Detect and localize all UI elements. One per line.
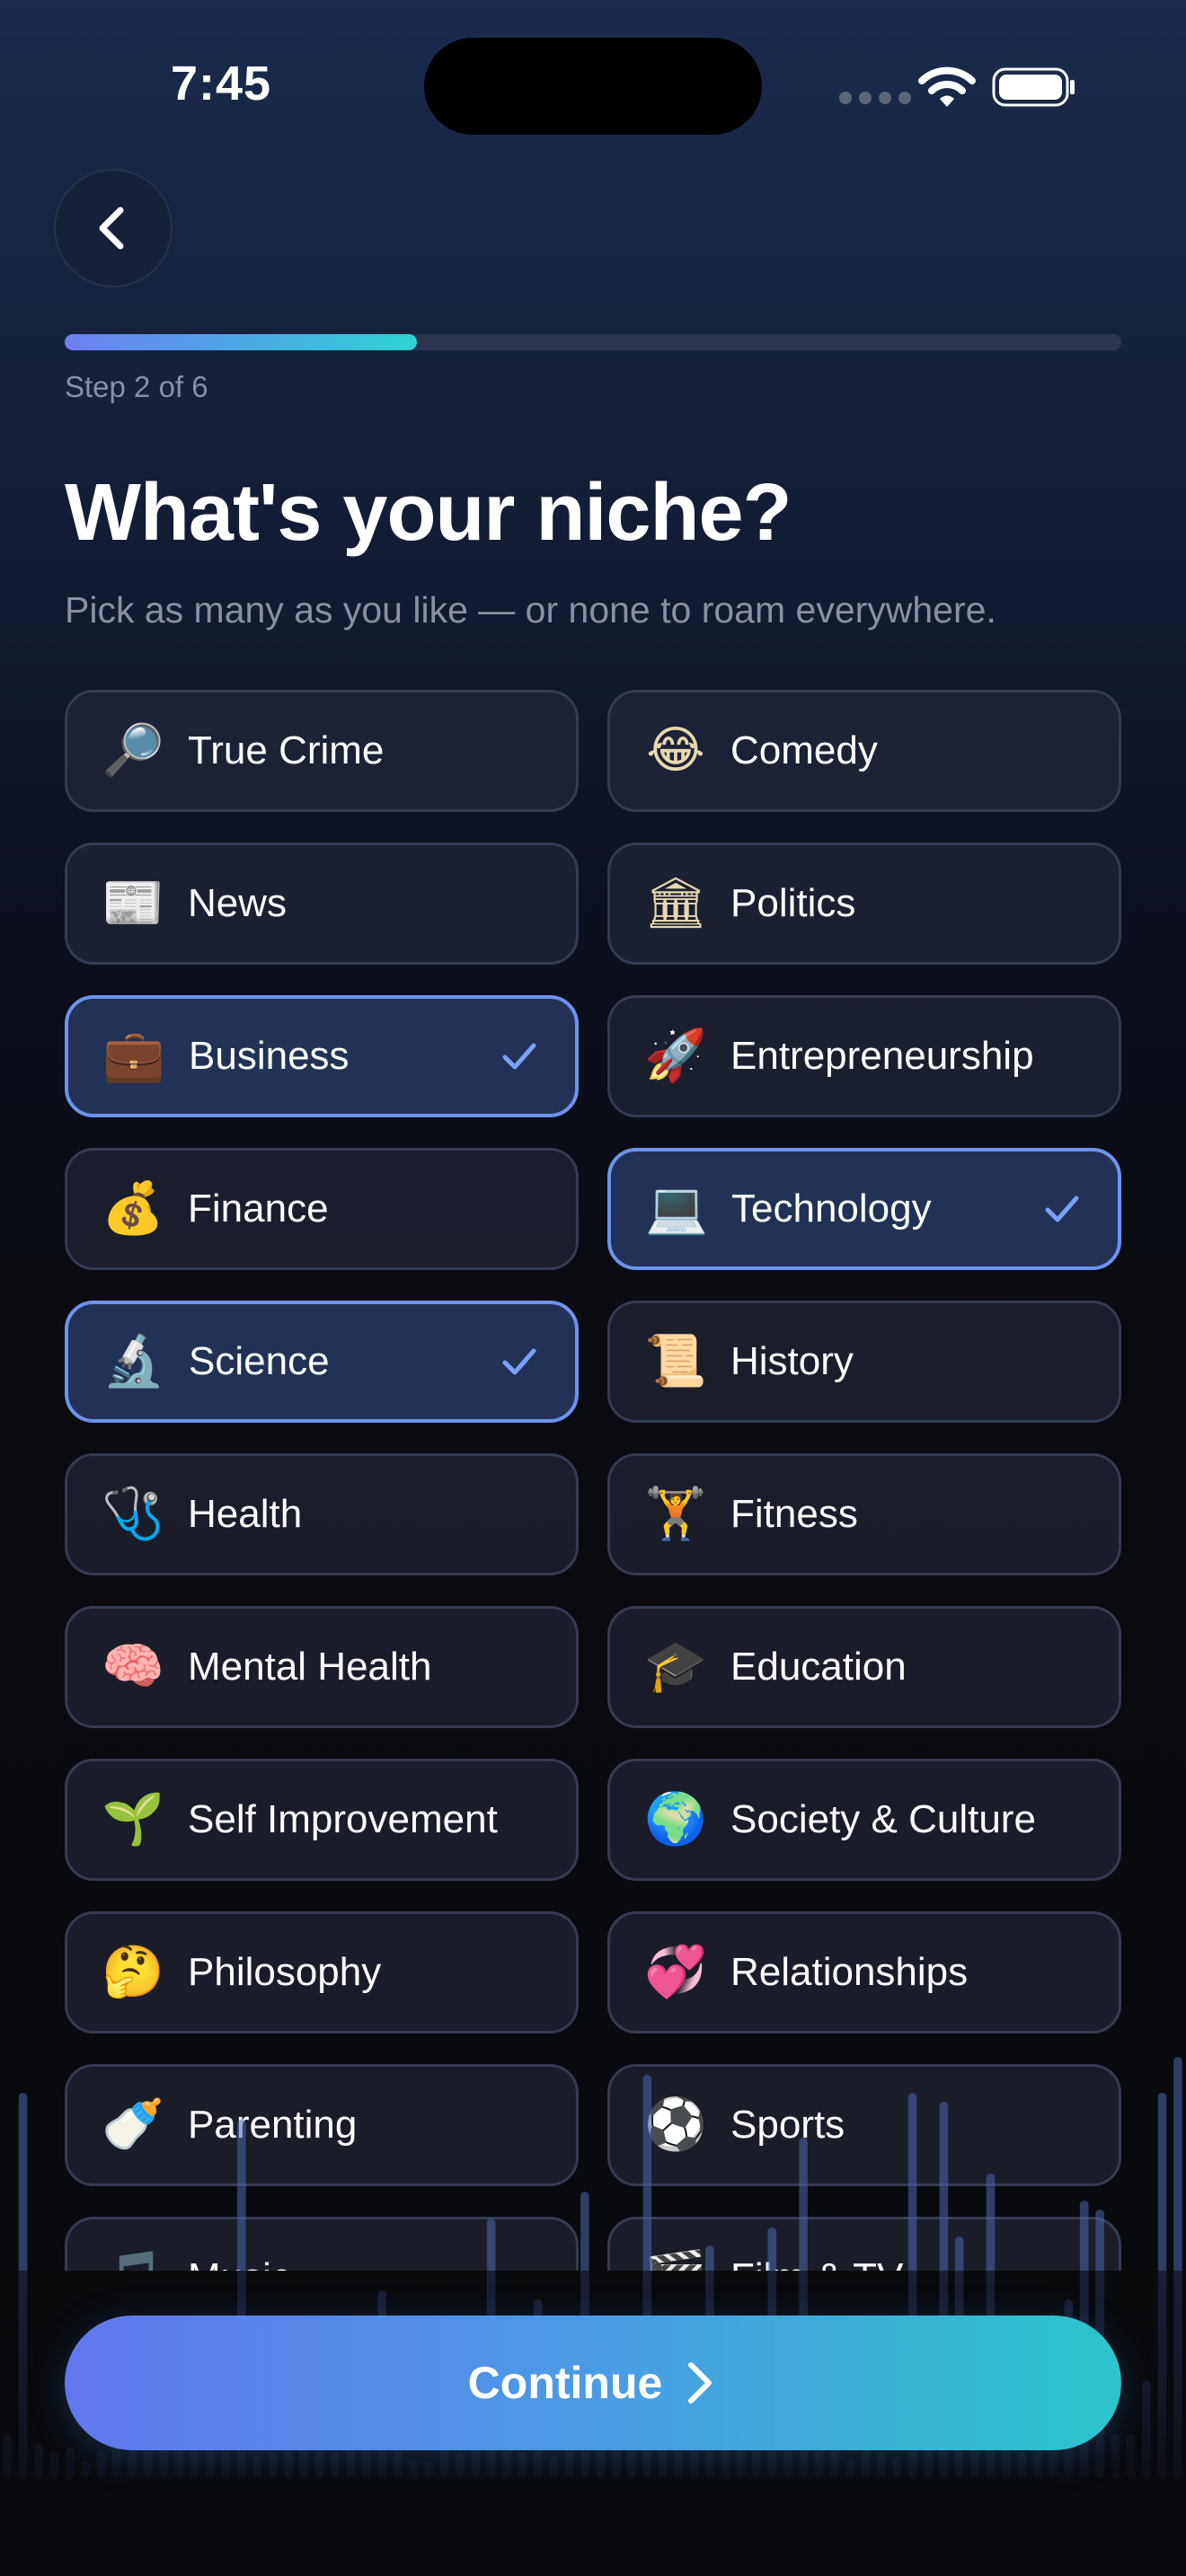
graduation-cap-icon: 🎓 [644,1637,707,1696]
niche-chip-parenting[interactable]: 🍼 Parenting [65,2064,579,2186]
niche-label: Technology [731,1187,932,1231]
laughing-face-icon: 😂 [646,721,705,780]
newspaper-icon: 📰 [102,874,164,932]
niche-chip-technology[interactable]: 💻 Technology [607,1148,1121,1270]
niche-chip-self-improvement[interactable]: 🌱 Self Improvement [65,1759,579,1881]
niche-label: Music [188,2255,291,2271]
checkmark-icon [1045,1195,1079,1222]
niche-label: Education [730,1645,907,1689]
niche-chip-finance[interactable]: 💰 Finance [65,1148,579,1270]
cellular-signal-icon [839,92,911,104]
niche-label: True Crime [188,728,385,772]
niche-chip-film-tv[interactable]: 🎬 Film & TV [607,2217,1121,2271]
baby-bottle-icon: 🍼 [102,2095,164,2154]
niche-label: Comedy [730,728,878,772]
niche-label: Fitness [730,1492,858,1536]
page-subtitle: Pick as many as you like — or none to ro… [65,589,996,631]
checkmark-icon [502,1348,536,1375]
money-bag-icon: 💰 [102,1179,164,1238]
niche-grid: 🔎 True Crime 😂 Comedy 📰 News 🏛 Politics 💼 Bus… [65,690,1121,2271]
hearts-icon: 💞 [644,1943,707,2001]
globe-icon: 🌍 [644,1790,707,1848]
niche-label: News [188,881,288,925]
clapperboard-icon: 🎬 [644,2248,707,2271]
niche-label: Politics [730,881,856,925]
weightlifter-icon: 🏋 [644,1485,707,1543]
niche-chip-entrepreneurship[interactable]: 🚀 Entrepreneurship [607,995,1121,1117]
laptop-icon: 💻 [645,1179,708,1238]
niche-chip-science[interactable]: 🔬 Science [65,1301,579,1423]
niche-chip-philosophy[interactable]: 🤔 Philosophy [65,1911,579,2033]
niche-label: Science [189,1339,330,1383]
niche-chip-fitness[interactable]: 🏋 Fitness [607,1453,1121,1575]
classical-building-icon: 🏛 [643,874,708,932]
niche-chip-health[interactable]: 🩺 Health [65,1453,579,1575]
brain-icon: 🧠 [102,1637,164,1696]
continue-label: Continue [467,2358,663,2408]
seedling-icon: 🌱 [102,1790,164,1848]
niche-label: Self Improvement [188,1797,498,1841]
page-title: What's your niche? [65,468,792,558]
scroll-icon: 📜 [644,1332,707,1390]
niche-label: Mental Health [188,1645,432,1689]
onboarding-screen: 7:45 Step 2 of 6 What's your niche? Pick… [0,0,1186,2576]
niche-label: Finance [188,1187,329,1231]
chevron-left-icon [99,207,124,250]
stethoscope-icon: 🩺 [102,1485,164,1543]
soccer-ball-icon: ⚽ [644,2095,707,2154]
niche-chip-music[interactable]: 🎵 Music [65,2217,579,2271]
microscope-icon: 🔬 [102,1332,165,1390]
niche-label: Entrepreneurship [730,1034,1034,1078]
status-time: 7:45 [171,57,272,110]
back-button[interactable] [54,169,173,287]
niche-chip-politics[interactable]: 🏛 Politics [607,842,1121,965]
checkmark-icon [502,1043,536,1070]
niche-grid-scroll[interactable]: 🔎 True Crime 😂 Comedy 📰 News 🏛 Politics 💼 Bus… [0,665,1186,2271]
continue-button[interactable]: Continue [65,2316,1121,2450]
niche-chip-true-crime[interactable]: 🔎 True Crime [65,690,579,812]
rocket-icon: 🚀 [644,1027,707,1085]
progress-bar [65,334,1121,350]
battery-icon [992,67,1075,107]
niche-chip-business[interactable]: 💼 Business [65,995,579,1117]
niche-label: Film & TV [730,2255,903,2271]
niche-label: Business [189,1034,350,1078]
niche-chip-education[interactable]: 🎓 Education [607,1606,1121,1728]
chevron-right-icon [688,2362,712,2404]
niche-label: History [730,1339,854,1383]
niche-chip-comedy[interactable]: 😂 Comedy [607,690,1121,812]
niche-label: Health [188,1492,303,1536]
niche-chip-sports[interactable]: ⚽ Sports [607,2064,1121,2186]
magnifier-icon: 🔎 [102,721,164,780]
niche-chip-mental-health[interactable]: 🧠 Mental Health [65,1606,579,1728]
niche-label: Sports [730,2103,845,2147]
niche-label: Philosophy [188,1950,382,1994]
niche-chip-history[interactable]: 📜 History [607,1301,1121,1423]
briefcase-icon: 💼 [102,1027,165,1085]
progress-fill [65,334,417,350]
wifi-icon [918,66,976,107]
niche-chip-relationships[interactable]: 💞 Relationships [607,1911,1121,2033]
niche-label: Parenting [188,2103,358,2147]
dynamic-island [424,38,762,135]
niche-label: Society & Culture [730,1797,1036,1841]
niche-label: Relationships [730,1950,969,1994]
thinking-face-icon: 🤔 [102,1943,164,2001]
niche-chip-news[interactable]: 📰 News [65,842,579,965]
step-label: Step 2 of 6 [65,370,208,403]
music-note-icon: 🎵 [102,2248,164,2271]
niche-chip-society-culture[interactable]: 🌍 Society & Culture [607,1759,1121,1881]
